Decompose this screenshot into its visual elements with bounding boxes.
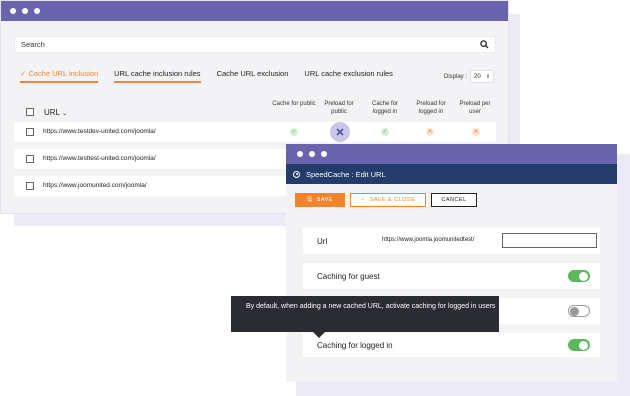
column-preload-user: Preload per user (459, 101, 491, 115)
row-url: https://www.joomunited.com/joomla/ (43, 182, 147, 189)
table-row[interactable]: https://www.testdev-united.com/joomla/ ✓… (14, 122, 496, 142)
edit-toolbar: 🖫 SAVE ✓ SAVE & CLOSE CANCEL (295, 193, 477, 207)
tooltip-arrow (313, 332, 325, 338)
toggle-knob (579, 340, 588, 350)
url-label: Url (317, 237, 328, 246)
tab-url-cache-inclusion-rules[interactable]: URL cache inclusion rules (114, 69, 201, 83)
display-select[interactable]: 20 ⇕ (470, 70, 495, 83)
caching-hidden-toggle[interactable] (568, 305, 590, 317)
speedcache-logo-icon (293, 170, 300, 178)
url-column-label: URL (44, 108, 60, 117)
tooltip: By default, when adding a new cached URL… (231, 296, 499, 332)
save-close-label: SAVE & CLOSE (369, 197, 416, 203)
url-column-header[interactable]: URL ⌄ (44, 108, 67, 117)
table-header: URL ⌄ Cache for public Preload for publi… (1, 99, 510, 121)
speedcache-header: SpeedCache : Edit URL (286, 164, 617, 184)
close-icon[interactable]: ✕ (472, 128, 480, 136)
search-input[interactable]: Search (14, 36, 496, 53)
save-button[interactable]: 🖫 SAVE (295, 193, 345, 207)
search-icon[interactable] (480, 40, 489, 49)
row-url: https://www.testdev-united.com/joomla/ (43, 128, 156, 135)
select-arrows-icon: ⇕ (485, 73, 491, 80)
close-icon[interactable]: ✕ (426, 128, 434, 136)
tab-cache-url-exclusion[interactable]: Cache URL exclusion (217, 69, 289, 83)
row-checkbox[interactable] (26, 155, 34, 163)
column-preload-logged: Preload for logged in (416, 101, 446, 115)
tooltip-text: By default, when adding a new cached URL… (246, 303, 496, 310)
cancel-label: CANCEL (441, 197, 467, 203)
check-icon[interactable]: ✓ (381, 128, 389, 136)
check-icon[interactable]: ✓ (290, 128, 298, 136)
tab-cache-url-inclusion[interactable]: ✓ Cache URL inclusion (20, 69, 99, 83)
window-dot-icon (10, 8, 16, 14)
close-icon[interactable]: ✕ (330, 122, 350, 142)
caching-logged-row: Caching for logged in (303, 333, 600, 357)
url-field-row: Url https://www.joomla.joomunitedtest/ (303, 228, 600, 254)
display-label: Display : (444, 73, 468, 80)
chevron-down-icon: ⌄ (61, 111, 67, 117)
window-dot-icon (34, 8, 40, 14)
window-dot-icon (309, 151, 315, 157)
display-count: Display : 20 ⇕ (444, 70, 495, 83)
cancel-button[interactable]: CANCEL (431, 193, 477, 207)
row-checkbox[interactable] (26, 182, 34, 190)
column-cache-public: Cache for public (272, 101, 316, 107)
url-value: https://www.joomla.joomunitedtest/ (382, 237, 475, 243)
save-close-button[interactable]: ✓ SAVE & CLOSE (350, 193, 426, 207)
caching-guest-label: Caching for guest (317, 272, 380, 281)
search-placeholder: Search (21, 40, 45, 49)
toggle-knob (579, 271, 588, 281)
toggle-knob (570, 306, 579, 316)
url-input[interactable] (502, 233, 597, 248)
caching-logged-toggle[interactable] (568, 339, 590, 351)
row-checkbox[interactable] (26, 128, 34, 136)
display-value: 20 (474, 73, 481, 80)
save-label: SAVE (316, 197, 333, 203)
tab-url-cache-exclusion-rules[interactable]: URL cache exclusion rules (304, 69, 393, 83)
window-dot-icon (297, 151, 303, 157)
column-preload-public: Preload for public (324, 101, 354, 115)
caching-guest-row: Caching for guest (303, 263, 600, 289)
window-dot-icon (321, 151, 327, 157)
save-disk-icon: 🖫 (307, 197, 313, 203)
tab-bar: ✓ Cache URL inclusion URL cache inclusio… (20, 69, 409, 83)
caching-guest-toggle[interactable] (568, 270, 590, 282)
window-dot-icon (22, 8, 28, 14)
column-cache-logged: Cache for logged in (371, 101, 398, 115)
window-titlebar (286, 144, 617, 164)
edit-window-title: SpeedCache : Edit URL (306, 169, 386, 179)
check-icon: ✓ (360, 197, 366, 203)
caching-logged-label: Caching for logged in (317, 341, 393, 350)
window-titlebar (1, 1, 508, 21)
row-url: https://www.testtest-united.com/joomla/ (43, 155, 156, 162)
select-all-checkbox[interactable] (26, 108, 34, 116)
edit-url-window: SpeedCache : Edit URL 🖫 SAVE ✓ SAVE & CL… (286, 144, 617, 382)
